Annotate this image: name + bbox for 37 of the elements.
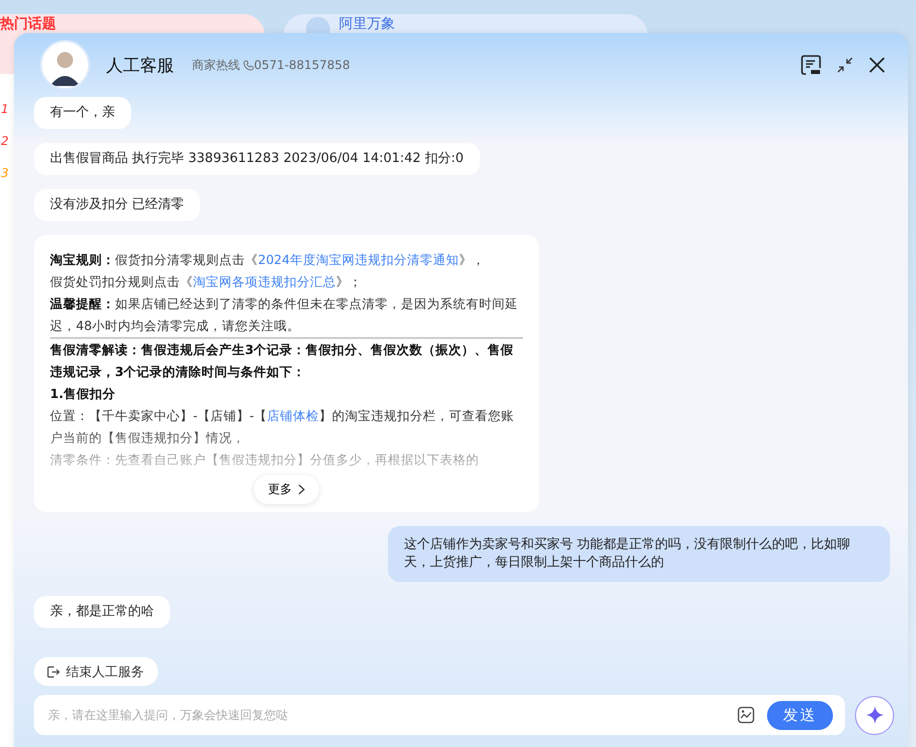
avatar	[40, 40, 90, 90]
exit-icon	[46, 664, 60, 678]
sparkle-icon	[864, 705, 884, 725]
rule-paragraph: 1.售假扣分	[50, 385, 116, 403]
agent-message: 没有涉及扣分 已经清零	[34, 189, 200, 221]
message-input[interactable]: 亲，请在这里输入提问，万象会快速回复您哒 发送	[34, 695, 845, 735]
agent-message: 出售假冒商品 执行完毕 33893611283 2023/06/04 14:01:42 扣分:0	[34, 143, 480, 175]
rule-paragraph: 售假清零解读：售假违规后会产生3个记录：售假扣分、售假次数（振次）、售假违规记录，3个记录的清除时间与条件如下：	[50, 341, 515, 381]
rule-link[interactable]: 淘宝网各项违规扣分汇总	[193, 274, 336, 289]
rule-paragraph: 温馨提醒：如果店铺已经达到了清零的条件但未在零点清零，是因为系统有时间延迟，48小时内均会清零完成，请您关注哦。	[50, 295, 519, 335]
rank-number: 1	[0, 102, 10, 116]
rule-paragraph: 淘宝规则：假货扣分清零规则点击《2024年度淘宝网违规扣分清零通知》，	[50, 251, 486, 269]
user-message: 这个店铺作为卖家号和买家号 功能都是正常的吗，没有限制什么的吧，比如聊天，上货推广，每日限制上架十个商品什么的	[388, 526, 890, 582]
agent-message: 亲，都是正常的哈	[34, 596, 170, 628]
script-icon[interactable]	[800, 54, 822, 76]
rule-link[interactable]: 店铺体检	[267, 408, 320, 423]
card-title: 热门话题	[0, 16, 56, 32]
rank-number: 3	[0, 166, 10, 180]
collapse-icon[interactable]	[836, 56, 854, 74]
hotline-number: 0571-88157858	[254, 58, 350, 72]
rank-number: 2	[0, 134, 10, 148]
image-icon[interactable]	[737, 706, 755, 724]
close-icon[interactable]	[868, 56, 886, 74]
sparkle-button[interactable]	[855, 696, 894, 734]
hotline-label: 商家热线	[192, 56, 240, 74]
window-title: 人工客服	[106, 54, 174, 76]
end-service-button[interactable]: 结束人工服务	[34, 657, 158, 686]
chevron-right-icon	[298, 484, 305, 495]
agent-message: 有一个，亲	[34, 97, 131, 129]
phone-icon	[243, 60, 254, 70]
more-button[interactable]: 更多	[254, 475, 319, 504]
card-title: 阿里万象	[339, 16, 395, 32]
rule-link[interactable]: 2024年度淘宝网违规扣分清零通知	[258, 252, 459, 267]
rule-paragraph: 清零条件：先查看自己账户【售假违规扣分】分值多少，再根据以下表格的	[50, 451, 480, 469]
rule-paragraph: 位置：【千牛卖家中心】-【店铺】-【店铺体检】的淘宝违规扣分栏，可查看您账户当前的【售假违规扣分】情况，	[50, 407, 516, 447]
send-button[interactable]: 发送	[767, 700, 833, 730]
rule-paragraph: 假货处罚扣分规则点击《淘宝网各项违规扣分汇总》；	[50, 273, 363, 291]
